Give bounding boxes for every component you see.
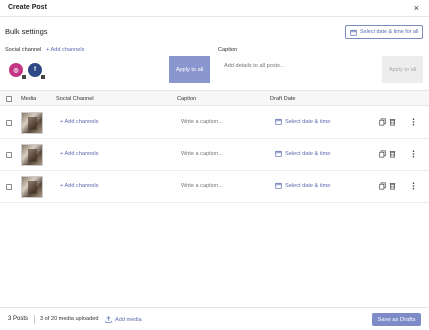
upload-icon (105, 316, 112, 323)
close-icon[interactable]: × (414, 3, 419, 13)
duplicate-icon[interactable] (379, 118, 386, 126)
calendar-icon (275, 150, 282, 157)
more-vertical-icon[interactable] (412, 150, 415, 158)
more-vertical-icon[interactable] (412, 118, 415, 126)
apply-channels-to-all-button[interactable]: Apply to all (169, 56, 210, 83)
row-caption-input[interactable] (181, 183, 261, 189)
table-header: Media Social Channel Caption Draft Date (0, 90, 429, 106)
modal-title: Create Post (8, 4, 47, 11)
media-thumbnail (21, 144, 43, 166)
bulk-caption-input[interactable] (218, 57, 378, 75)
trash-icon[interactable] (389, 150, 396, 158)
calendar-icon (275, 182, 282, 189)
row-select-date-label: Select date & time (285, 150, 331, 157)
duplicate-icon[interactable] (379, 150, 386, 158)
select-date-time-all-button[interactable]: Select date & time for all (345, 25, 423, 39)
instagram-icon: ◎ (13, 67, 19, 74)
apply-caption-to-all-button[interactable]: Apply to all (382, 56, 423, 83)
row-caption-input[interactable] (181, 151, 261, 157)
row-select-date-label: Select date & time (285, 182, 331, 189)
media-thumbnail (21, 112, 43, 134)
row-checkbox[interactable] (6, 120, 12, 126)
facebook-icon: f (34, 67, 36, 73)
row-checkbox[interactable] (6, 152, 12, 158)
row-caption-input[interactable] (181, 119, 261, 125)
row-select-date-label: Select date & time (285, 118, 331, 125)
header-caption: Caption (177, 96, 197, 102)
table-row: + Add channels Select date & time (0, 171, 429, 203)
header-media: Media (21, 96, 37, 102)
trash-icon[interactable] (389, 118, 396, 126)
bulk-settings-title: Bulk settings (5, 27, 48, 36)
add-channels-link[interactable]: + Add channels (46, 47, 84, 53)
social-channel-label: Social channel (5, 47, 42, 53)
media-thumbnail (21, 176, 43, 198)
instagram-avatar[interactable]: ◎ (9, 63, 27, 80)
row-select-date-button[interactable]: Select date & time (275, 182, 330, 189)
footer-divider (34, 315, 35, 324)
posts-count: 3 Posts (8, 316, 29, 322)
trash-icon[interactable] (389, 182, 396, 190)
caption-label: Caption (218, 47, 238, 53)
channel-badge-icon (21, 74, 27, 80)
row-checkbox[interactable] (6, 184, 12, 190)
facebook-avatar[interactable]: f (28, 63, 46, 80)
row-select-date-button[interactable]: Select date & time (275, 150, 330, 157)
save-as-drafts-button[interactable]: Save as Drafts (372, 313, 421, 326)
modal-footer: 3 Posts 3 of 20 media uploaded Add media… (0, 307, 429, 330)
add-media-label: Add media (115, 316, 142, 323)
calendar-icon (350, 29, 357, 36)
row-add-channels-link[interactable]: + Add channels (60, 119, 98, 125)
row-add-channels-link[interactable]: + Add channels (60, 151, 98, 157)
row-select-date-button[interactable]: Select date & time (275, 118, 330, 125)
table-row: + Add channels Select date & time (0, 139, 429, 171)
calendar-icon (275, 118, 282, 125)
upload-status: 3 of 20 media uploaded (40, 316, 99, 322)
select-all-checkbox[interactable] (6, 96, 12, 102)
modal-header: Create Post × (0, 0, 429, 17)
table-row: + Add channels Select date & time (0, 107, 429, 139)
header-social-channel: Social Channel (56, 96, 94, 102)
add-media-button[interactable]: Add media (105, 316, 142, 323)
channel-badge-icon (40, 74, 46, 80)
row-add-channels-link[interactable]: + Add channels (60, 183, 98, 189)
select-date-time-all-label: Select date & time for all (360, 29, 419, 35)
header-draft-date: Draft Date (270, 96, 296, 102)
more-vertical-icon[interactable] (412, 182, 415, 190)
duplicate-icon[interactable] (379, 182, 386, 190)
